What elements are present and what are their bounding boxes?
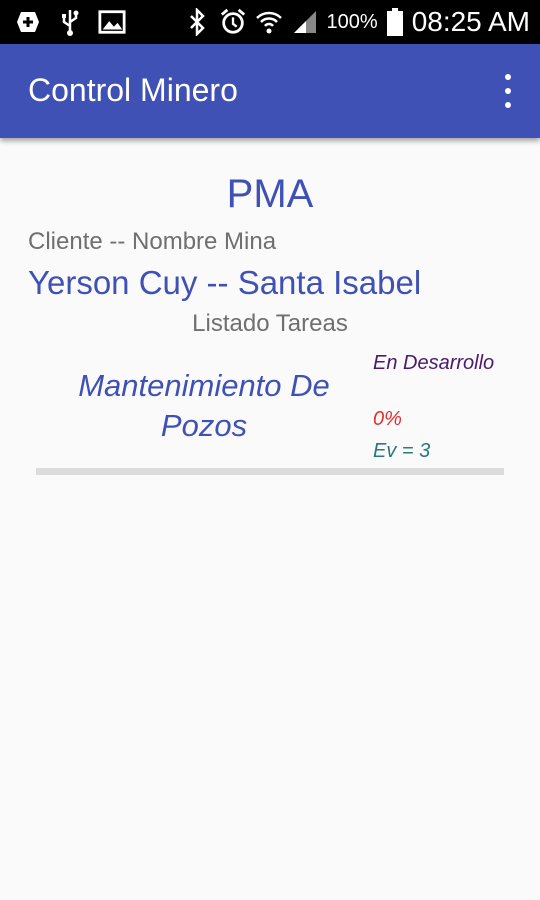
task-status: En Desarrollo	[373, 352, 495, 374]
task-ev: Ev = 3	[373, 440, 431, 462]
app-title: Control Minero	[28, 72, 238, 108]
alarm-icon	[219, 8, 247, 36]
wifi-icon	[255, 8, 283, 36]
task-name: Mantenimiento De Pozos	[78, 368, 330, 443]
client-value: Yerson Cuy -- Santa Isabel	[28, 264, 422, 301]
more-vert-icon[interactable]	[496, 74, 520, 108]
list-divider	[36, 468, 504, 475]
battery-percent: 100%	[326, 10, 378, 33]
clock: 08:25 AM	[411, 6, 530, 37]
task-percent: 0%	[373, 408, 402, 430]
tasks-label: Listado Tareas	[192, 310, 348, 337]
battery-icon	[386, 8, 404, 36]
status-bar: 100% 08:25 AM	[0, 0, 540, 44]
task-list-item[interactable]: Mantenimiento De Pozos En Desarrollo 0% …	[36, 348, 504, 478]
client-label: Cliente -- Nombre Mina	[28, 228, 277, 255]
image-icon	[98, 8, 126, 36]
signal-icon	[291, 8, 319, 36]
project-title: PMA	[226, 172, 314, 216]
bluetooth-icon	[183, 8, 211, 36]
usb-icon	[56, 8, 84, 36]
add-notification-icon	[14, 8, 42, 36]
app-bar: Control Minero	[0, 44, 540, 138]
